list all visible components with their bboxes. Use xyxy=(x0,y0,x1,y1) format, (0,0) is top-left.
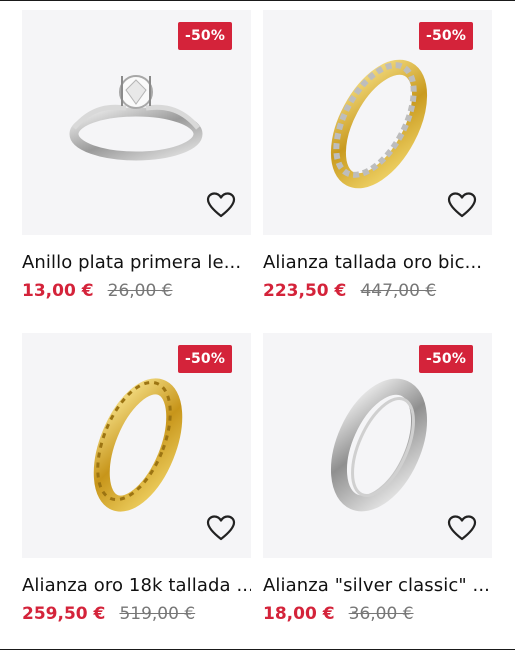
discount-badge: -50% xyxy=(419,22,473,50)
product-image[interactable]: -50% xyxy=(263,333,492,558)
discount-badge: -50% xyxy=(178,22,232,50)
heart-outline-icon[interactable] xyxy=(447,514,477,542)
product-title[interactable]: Anillo plata primera le... xyxy=(22,252,251,273)
heart-outline-icon[interactable] xyxy=(206,191,236,219)
original-price: 36,00 € xyxy=(348,604,414,624)
price-row: 223,50 € 447,00 € xyxy=(263,281,492,301)
product-title[interactable]: Alianza tallada oro bic... xyxy=(263,252,492,273)
price-row: 18,00 € 36,00 € xyxy=(263,604,492,624)
sale-price: 18,00 € xyxy=(263,604,335,624)
original-price: 26,00 € xyxy=(107,281,173,301)
discount-badge: -50% xyxy=(178,345,232,373)
price-row: 13,00 € 26,00 € xyxy=(22,281,251,301)
original-price: 447,00 € xyxy=(360,281,437,301)
product-image[interactable]: -50% xyxy=(263,10,492,235)
sale-price: 13,00 € xyxy=(22,281,94,301)
sale-price: 259,50 € xyxy=(22,604,106,624)
product-card[interactable]: -50% Anillo plata primera le... 13,00 € … xyxy=(22,10,251,301)
product-title[interactable]: Alianza oro 18k tallada ... xyxy=(22,575,251,596)
top-divider xyxy=(0,0,515,1)
product-title[interactable]: Alianza "silver classic" ... xyxy=(263,575,492,596)
product-image[interactable]: -50% xyxy=(22,333,251,558)
product-card[interactable]: -50% Alianza tallada oro bic... 223,50 €… xyxy=(263,10,492,301)
sale-price: 223,50 € xyxy=(263,281,347,301)
product-card[interactable]: -50% Alianza oro 18k tallada ... 259,50 … xyxy=(22,333,251,624)
product-card[interactable]: -50% Alianza "silver classic" ... 18,00 … xyxy=(263,333,492,624)
heart-outline-icon[interactable] xyxy=(206,514,236,542)
heart-outline-icon[interactable] xyxy=(447,191,477,219)
product-image[interactable]: -50% xyxy=(22,10,251,235)
discount-badge: -50% xyxy=(419,345,473,373)
price-row: 259,50 € 519,00 € xyxy=(22,604,251,624)
original-price: 519,00 € xyxy=(119,604,196,624)
